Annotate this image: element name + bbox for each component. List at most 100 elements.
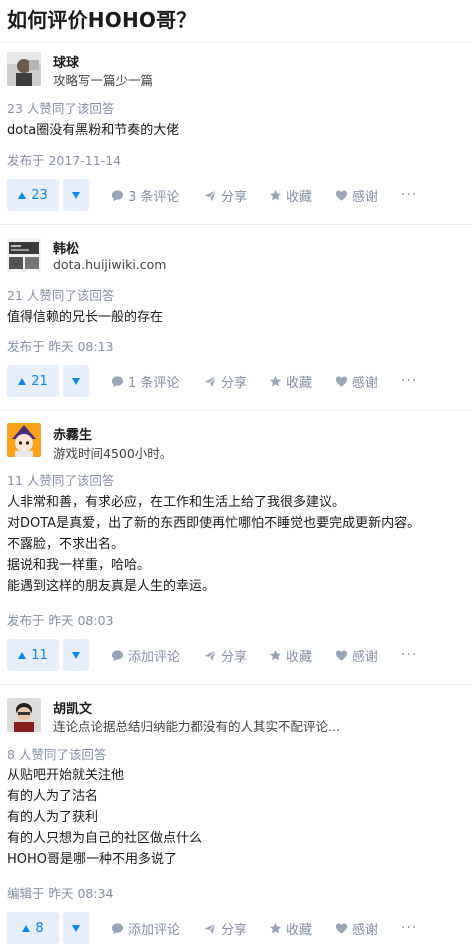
share-icon [203,922,217,935]
star-icon [269,922,282,935]
content-line: 据说和我一样重，哈哈。 [7,558,151,573]
thanks-label: 感谢 [352,922,379,938]
share-label: 分享 [221,189,248,205]
favorite-label: 收藏 [286,375,313,391]
share-icon [203,649,217,662]
downvote-button[interactable] [63,365,89,397]
content-line: 人非常和善，有求必应，在工作和生活上给了我很多建议。 [7,495,346,510]
action-bar: 21 1 条评论 分享 收藏 感谢 ··· [7,365,467,397]
upvote-button[interactable]: 21 [7,365,59,397]
vote-summary[interactable]: 23 人赞同了该回答 [7,98,114,117]
star-icon [269,649,282,662]
publish-time[interactable]: 发布于 昨天 08:03 [7,610,113,629]
comment-label: 1 条评论 [128,375,180,391]
downvote-button[interactable] [63,179,89,211]
content-line: 有的人为了获利 [7,810,99,825]
comment-label: 添加评论 [128,922,181,938]
avatar[interactable] [7,423,41,457]
upvote-button[interactable]: 23 [7,179,59,211]
more-button[interactable]: ··· [401,179,417,211]
heart-icon [335,375,348,388]
upvote-button[interactable]: 11 [7,639,59,671]
more-icon: ··· [401,647,418,663]
favorite-button[interactable]: 收藏 [269,912,312,944]
author-bio: 游戏时间4500小时。 [53,446,173,461]
more-button[interactable]: ··· [401,639,417,671]
vote-summary[interactable]: 21 人赞同了该回答 [7,285,114,304]
favorite-label: 收藏 [286,649,313,665]
more-button[interactable]: ··· [401,365,417,397]
comment-label: 3 条评论 [128,189,180,205]
thanks-button[interactable]: 感谢 [335,912,378,944]
heart-icon [335,922,348,935]
answer-content: 值得信赖的兄长一般的存在 [7,307,163,328]
answer-content: dota圈没有黑粉和节奏的大佬 [7,120,179,141]
more-button[interactable]: ··· [401,912,417,944]
action-bar: 11 添加评论 分享 收藏 感谢 ··· [7,639,467,671]
thanks-button[interactable]: 感谢 [335,365,378,397]
comment-button[interactable]: 添加评论 [111,912,180,944]
triangle-down-icon [72,377,80,385]
favorite-label: 收藏 [286,922,313,938]
thanks-label: 感谢 [352,649,379,665]
author-name[interactable]: 球球 [53,52,79,71]
author-bio: dota.huijiwiki.com [53,257,167,272]
publish-time[interactable]: 发布于 2017-11-14 [7,150,121,169]
share-button[interactable]: 分享 [203,912,247,944]
thanks-button[interactable]: 感谢 [335,639,378,671]
vote-summary[interactable]: 8 人赞同了该回答 [7,744,106,763]
triangle-up-icon [22,924,31,932]
comment-label: 添加评论 [128,649,181,665]
share-label: 分享 [221,649,248,665]
share-button[interactable]: 分享 [203,639,247,671]
heart-icon [335,649,348,662]
thanks-label: 感谢 [352,189,379,205]
vote-summary[interactable]: 11 人赞同了该回答 [7,470,114,489]
thanks-button[interactable]: 感谢 [335,179,378,211]
comment-button[interactable]: 3 条评论 [111,179,179,211]
downvote-button[interactable] [63,912,89,944]
upvote-count: 11 [31,647,48,663]
publish-time[interactable]: 发布于 昨天 08:13 [7,336,113,355]
answer-divider [0,224,471,225]
answer-divider [0,684,471,685]
share-icon [203,375,217,388]
comment-icon [111,375,124,388]
content-line: 从贴吧开始就关注他 [7,768,125,783]
downvote-button[interactable] [63,639,89,671]
content-line: 不露脸，不求出名。 [7,537,125,552]
author-name[interactable]: 赤霧生 [53,424,92,443]
content-line: 能遇到这样的朋友真是人生的幸运。 [7,579,216,594]
favorite-button[interactable]: 收藏 [269,179,312,211]
author-name[interactable]: 胡凯文 [53,698,92,717]
avatar[interactable] [7,52,41,86]
avatar[interactable] [7,238,41,272]
edit-time[interactable]: 编辑于 昨天 08:34 [7,883,113,902]
comment-button[interactable]: 1 条评论 [111,365,179,397]
upvote-count: 8 [35,920,44,936]
content-line: dota圈没有黑粉和节奏的大佬 [7,123,180,138]
share-button[interactable]: 分享 [203,179,247,211]
upvote-button[interactable]: 8 [7,912,59,944]
triangle-down-icon [72,651,80,659]
favorite-button[interactable]: 收藏 [269,639,312,671]
comment-button[interactable]: 添加评论 [111,639,180,671]
upvote-count: 23 [31,187,48,203]
more-icon: ··· [401,920,418,936]
triangle-up-icon [18,651,27,659]
author-bio: 连论点论据总结归纳能力都没有的人其实不配评论... [53,719,340,734]
share-label: 分享 [221,922,248,938]
answer-content: 从贴吧开始就关注他 有的人为了沽名 有的人为了获利 有的人只想为自己的社区做点什… [7,765,202,870]
comment-icon [111,922,124,935]
thanks-label: 感谢 [352,375,379,391]
avatar[interactable] [7,698,41,732]
star-icon [269,375,282,388]
favorite-button[interactable]: 收藏 [269,365,312,397]
share-button[interactable]: 分享 [203,365,247,397]
author-name[interactable]: 韩松 [53,238,79,257]
content-line: HOHO哥是哪一种不用多说了 [7,852,178,867]
share-icon [203,189,217,202]
question-title: 如何评价HOHO哥？ [7,8,197,32]
author-bio: 攻略写一篇少一篇 [53,73,154,88]
comment-icon [111,649,124,662]
